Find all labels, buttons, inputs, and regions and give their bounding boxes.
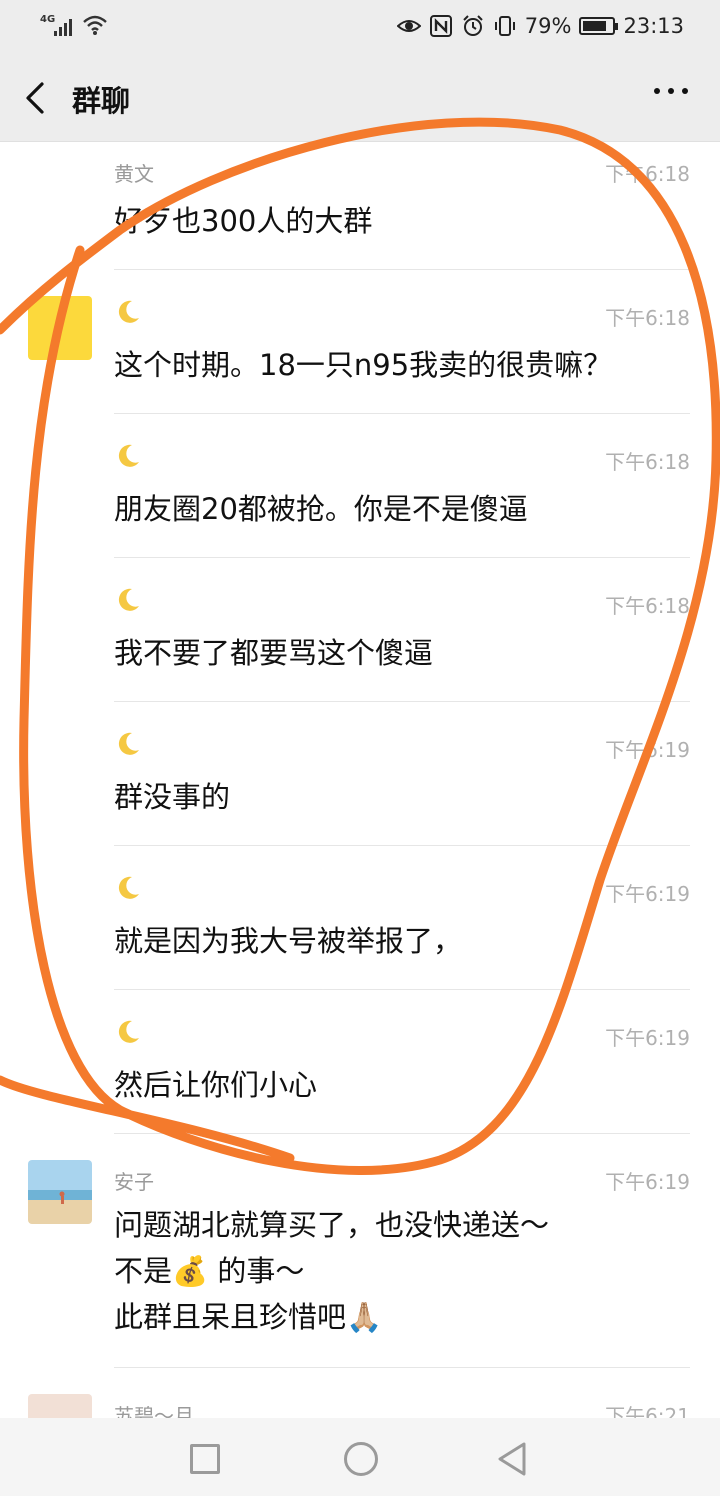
message-time: 下午6:19 (605, 1170, 690, 1194)
battery-level-fill (583, 21, 606, 31)
message-text: 我不要了都要骂这个傻逼 (114, 636, 434, 670)
clock: 23:13 (623, 14, 684, 38)
status-bar: 4G 79% 23:13 (0, 0, 720, 54)
message-item: 苏碧～月 下午6:21 (0, 1368, 720, 1418)
wifi-icon (83, 15, 107, 35)
status-right: 79% 23:13 (396, 12, 684, 40)
moon-icon (118, 732, 139, 755)
message-time: 下午6:18 (605, 162, 690, 186)
avatar[interactable] (28, 1160, 92, 1224)
message-text-line: 此群且呆且珍惜吧🙏🏼 (114, 1300, 383, 1334)
message-sender: 黄文 (114, 162, 154, 186)
moon-icon (118, 588, 139, 611)
message-time: 下午6:18 (605, 450, 690, 474)
message-time: 下午6:18 (605, 594, 690, 618)
moon-icon (118, 876, 139, 899)
avatar[interactable] (28, 296, 92, 360)
square-icon[interactable] (190, 1444, 220, 1474)
battery-percent: 79% (524, 14, 572, 38)
more-icon[interactable] (654, 88, 688, 94)
message-text: 好歹也300人的大群 (114, 204, 373, 238)
message-item: 安子 下午6:19 问题湖北就算买了，也没快递送～ 不是💰 的事～ 此群且呆且珍… (0, 1134, 720, 1368)
message-item: 下午6:19 就是因为我大号被举报了， (0, 846, 720, 990)
eye-icon (396, 20, 421, 32)
system-nav-bar (0, 1418, 720, 1496)
triangle-back-icon[interactable] (496, 1440, 528, 1478)
message-text: 就是因为我大号被举报了， (114, 924, 463, 958)
message-time: 下午6:21 (605, 1404, 690, 1418)
message-time: 下午6:19 (605, 1026, 690, 1050)
message-item: 下午6:19 群没事的 (0, 702, 720, 846)
message-item: 下午6:18 我不要了都要骂这个傻逼 (0, 558, 720, 702)
message-text-line: 不是💰 的事～ (114, 1254, 305, 1288)
message-text: 这个时期。18一只n95我卖的很贵嘛？ (114, 348, 613, 382)
message-item: 下午6:18 这个时期。18一只n95我卖的很贵嘛？ (0, 270, 720, 414)
avatar[interactable] (28, 1394, 92, 1418)
message-item: 下午6:19 然后让你们小心 (0, 990, 720, 1134)
chat-header: 群聊 (0, 54, 720, 142)
message-item: 下午6:18 朋友圈20都被抢。你是不是傻逼 (0, 414, 720, 558)
network-type: 4G (40, 14, 56, 25)
message-sender: 安子 (114, 1170, 154, 1194)
battery-icon (579, 17, 619, 35)
moon-icon (118, 1020, 139, 1043)
message-text: 朋友圈20都被抢。你是不是傻逼 (114, 492, 528, 526)
signal-icon (54, 18, 72, 36)
chat-title: 群聊 (72, 84, 131, 118)
circle-icon[interactable] (344, 1442, 378, 1476)
message-item: 黄文 下午6:18 好歹也300人的大群 (0, 142, 720, 270)
message-list[interactable]: 黄文 下午6:18 好歹也300人的大群 下午6:18 这个时期。18一只n95… (0, 142, 720, 1418)
message-text: 群没事的 (114, 780, 231, 814)
beach-avatar-image (28, 1160, 92, 1224)
message-text: 然后让你们小心 (114, 1068, 318, 1102)
vibrate-icon (494, 16, 515, 36)
message-time: 下午6:18 (605, 306, 690, 330)
moon-icon (118, 444, 139, 467)
message-time: 下午6:19 (605, 882, 690, 906)
message-time: 下午6:19 (605, 738, 690, 762)
message-sender: 苏碧～月 (114, 1404, 194, 1418)
message-text-line: 问题湖北就算买了，也没快递送～ (114, 1208, 550, 1242)
alarm-icon (463, 15, 483, 36)
moon-icon (118, 300, 139, 323)
nfc-icon (429, 15, 452, 37)
back-icon[interactable] (22, 80, 52, 116)
